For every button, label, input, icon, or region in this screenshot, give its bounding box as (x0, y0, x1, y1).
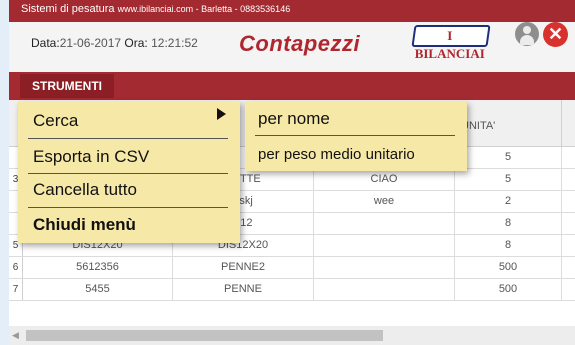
time-label: Ora: (124, 36, 148, 50)
cell-unit: 500 (455, 257, 562, 278)
column-divider (561, 100, 562, 146)
menu-item-cerca[interactable]: Cerca (33, 106, 218, 136)
submenu-arrow-icon (217, 108, 226, 120)
menu-item-chiudi-menu[interactable]: Chiudi menù (33, 210, 218, 240)
cell-description (314, 235, 455, 256)
user-icon[interactable] (515, 22, 539, 46)
strumenti-button[interactable]: STRUMENTI (20, 74, 114, 98)
submenu-item-per-peso-medio[interactable]: per peso medio unitario (258, 146, 415, 163)
user-body-shape (520, 35, 534, 45)
cell-unit: 2 (455, 191, 562, 212)
menu-item-esporta-csv[interactable]: Esporta in CSV (33, 142, 218, 172)
time-value: 12:21:52 (151, 36, 198, 50)
date-label: Data: (31, 36, 60, 50)
menu-divider (28, 173, 228, 174)
menu-divider (28, 207, 228, 208)
cell-description (314, 279, 455, 300)
strip-text: Sistemi di pesatura www.ibilanciai.com -… (21, 3, 290, 15)
datetime: Data:21-06-2017 Ora: 12:21:52 (31, 36, 198, 50)
submenu-item-per-nome[interactable]: per nome (258, 109, 330, 129)
cell-unit: 8 (455, 235, 562, 256)
scroll-thumb[interactable] (26, 330, 383, 341)
strip-title: Sistemi di pesatura (21, 3, 115, 15)
submenu-divider (255, 135, 455, 136)
cell-description (314, 257, 455, 278)
row-number: 7 (9, 279, 23, 300)
cell-description (314, 213, 455, 234)
header: Sistemi di pesatura www.ibilanciai.com -… (9, 0, 575, 72)
cell-code: 5455 (23, 279, 173, 300)
cell-unit: 8 (455, 213, 562, 234)
cell-name: PENNE (173, 279, 314, 300)
user-head-shape (523, 26, 531, 34)
scroll-left-icon[interactable]: ◀ (12, 330, 19, 341)
strip-url: www.ibilanciai.com - Barletta - 08835361… (117, 4, 291, 14)
horizontal-scrollbar[interactable]: ◀ (9, 326, 575, 345)
table-row[interactable]: 7 5455 PENNE 500 (9, 279, 575, 301)
cerca-submenu: per nome per peso medio unitario (245, 101, 467, 171)
brand-logo: I BILANCIAI (411, 25, 491, 61)
table-row[interactable]: 6 5612356 PENNE2 500 (9, 257, 575, 279)
cell-unit: 5 (455, 147, 562, 168)
menu-item-cancella-tutto[interactable]: Cancella tutto (33, 175, 218, 205)
cell-name: PENNE2 (173, 257, 314, 278)
logo-text: I BILANCIAI (414, 28, 485, 61)
row-number: 6 (9, 257, 23, 278)
cell-code: 5612356 (23, 257, 173, 278)
menu-divider (28, 138, 228, 139)
cell-description: CIAO (314, 169, 455, 190)
cell-description: wee (314, 191, 455, 212)
close-icon[interactable]: ✕ (543, 22, 568, 47)
cell-unit: 500 (455, 279, 562, 300)
cell-unit: 5 (455, 169, 562, 190)
page-title: Contapezzi (239, 31, 361, 56)
date-value: 21-06-2017 (59, 36, 122, 50)
toolbar: STRUMENTI (9, 72, 575, 100)
strumenti-menu: Cerca Esporta in CSV Cancella tutto Chiu… (18, 101, 240, 243)
info-strip: Sistemi di pesatura www.ibilanciai.com -… (9, 0, 575, 22)
